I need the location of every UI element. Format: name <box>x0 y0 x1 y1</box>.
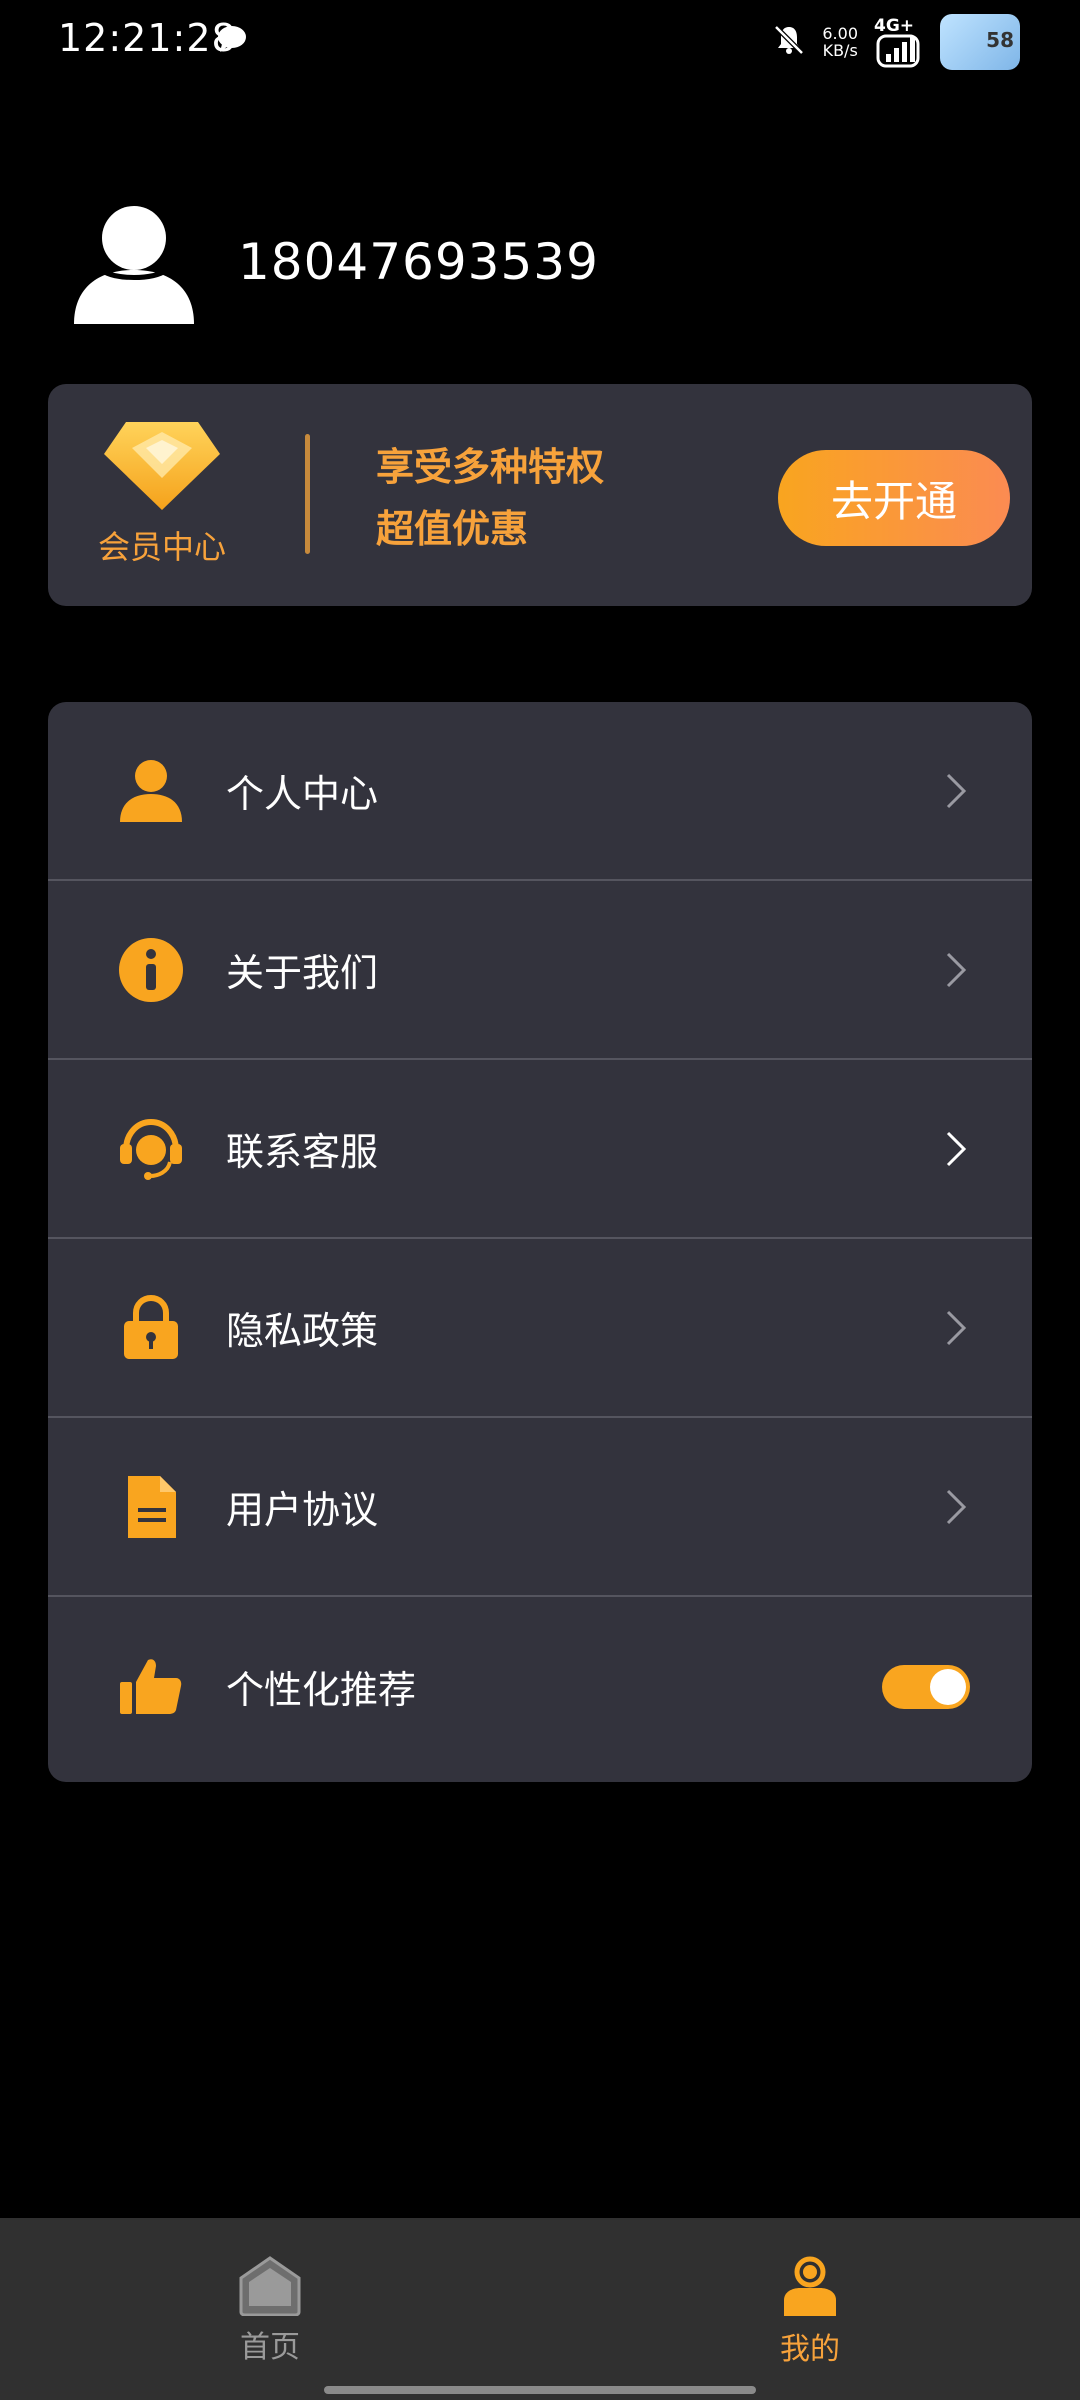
vip-card[interactable]: 会员中心 享受多种特权 超值优惠 去开通 <box>48 384 1032 606</box>
nav-home-label: 首页 <box>240 2330 300 2365</box>
screen: 12:21:28 6.00 KB/s 4G+ 58 18047693539 会员… <box>0 0 1080 2400</box>
status-bar: 12:21:28 6.00 KB/s 4G+ 58 <box>0 0 1080 80</box>
personalized-recommendation-toggle[interactable] <box>882 1664 970 1709</box>
menu-card: 个人中心 关于我们 联系客服 隐私政策 用户协议 个性化推荐 <box>48 702 1032 1782</box>
chevron-right-icon <box>946 1310 967 1345</box>
vip-text: 享受多种特权 超值优惠 <box>376 436 604 560</box>
mute-icon <box>772 23 806 61</box>
user-avatar-icon[interactable] <box>72 200 196 324</box>
menu-item-user-agreement[interactable]: 用户协议 <box>48 1418 1032 1597</box>
nav-mine[interactable]: 我的 <box>710 2256 910 2368</box>
profile-header[interactable]: 18047693539 <box>72 200 599 324</box>
chevron-right-icon <box>946 952 967 987</box>
menu-item-customer-service[interactable]: 联系客服 <box>48 1060 1032 1239</box>
chevron-right-icon <box>946 773 967 808</box>
menu-item-personalized-recommendation: 个性化推荐 <box>48 1597 1032 1776</box>
nav-home[interactable]: 首页 <box>170 2256 370 2366</box>
vip-badge-label: 会员中心 <box>97 528 226 566</box>
vip-divider <box>305 434 310 554</box>
menu-item-privacy-policy[interactable]: 隐私政策 <box>48 1239 1032 1418</box>
net-speed-unit: KB/s <box>822 41 858 60</box>
menu-label: 用户协议 <box>226 1488 379 1532</box>
signal-icon: 4G+ <box>874 14 924 70</box>
status-right: 6.00 KB/s 4G+ 58 <box>772 10 1020 74</box>
menu-item-personal-center[interactable]: 个人中心 <box>48 702 1032 881</box>
chevron-right-icon <box>946 1131 967 1166</box>
info-icon <box>118 937 184 1003</box>
vip-line1: 享受多种特权 <box>376 445 605 489</box>
home-icon <box>239 2256 301 2316</box>
menu-label: 关于我们 <box>226 951 379 995</box>
menu-item-about-us[interactable]: 关于我们 <box>48 881 1032 1060</box>
chevron-right-icon <box>946 1489 967 1524</box>
status-time: 12:21:28 <box>58 16 237 60</box>
headset-icon <box>118 1116 184 1182</box>
menu-label: 个人中心 <box>226 772 379 816</box>
net-speed-value: 6.00 <box>822 24 858 43</box>
lock-icon <box>118 1294 184 1361</box>
nav-mine-label: 我的 <box>780 2332 840 2367</box>
message-notification-icon <box>216 24 248 58</box>
net-speed: 6.00 KB/s <box>822 25 858 59</box>
profile-icon <box>784 2256 836 2316</box>
menu-label: 联系客服 <box>226 1130 379 1174</box>
home-indicator[interactable] <box>324 2386 756 2394</box>
status-avatar: 58 <box>940 14 1020 70</box>
bottom-nav: 首页 我的 <box>0 2218 1080 2400</box>
menu-label: 个性化推荐 <box>226 1668 417 1712</box>
activate-vip-button[interactable]: 去开通 <box>778 450 1010 546</box>
vip-badge: 会员中心 <box>96 416 228 568</box>
document-icon <box>118 1474 184 1540</box>
menu-label: 隐私政策 <box>226 1309 379 1353</box>
person-icon <box>118 758 184 824</box>
toggle-knob <box>930 1668 966 1705</box>
thumbs-up-icon <box>118 1654 184 1720</box>
diamond-icon <box>104 422 220 510</box>
status-avatar-badge: 58 <box>986 28 1014 52</box>
vip-line2: 超值优惠 <box>376 507 529 551</box>
user-phone: 18047693539 <box>238 233 599 291</box>
